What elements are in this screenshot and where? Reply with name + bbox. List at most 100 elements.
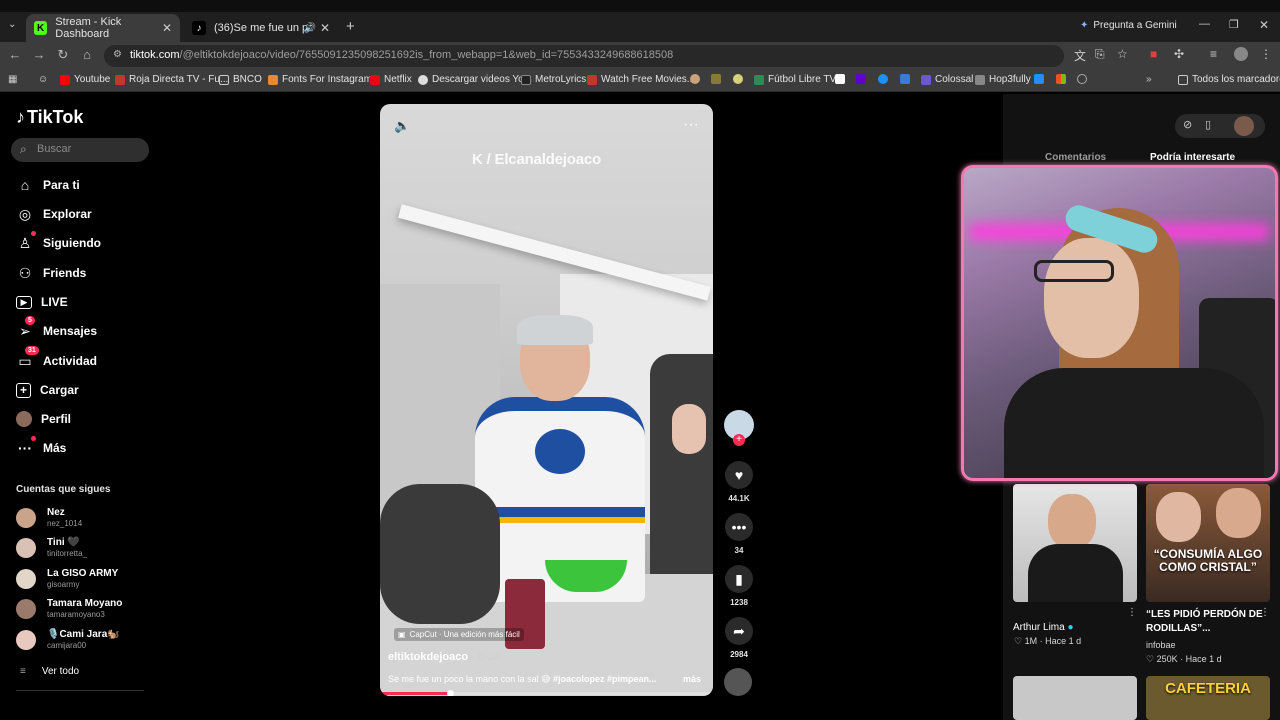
bookmark-yahoo[interactable] [856,74,870,84]
phone-icon[interactable]: ▯ [1205,118,1211,131]
reload-button[interactable]: ↻ [54,47,72,63]
search-input[interactable]: ⌕ Buscar [11,138,149,162]
bookmark-movies[interactable]: Watch Free Movies... [587,74,695,85]
streamer-shirt [1004,368,1264,478]
forward-button[interactable]: → [30,47,48,62]
bookmark-bnco[interactable]: BNCO [219,74,262,85]
caption-more-button[interactable]: más [683,674,701,684]
apps-icon[interactable]: ▦ [8,74,17,85]
capcut-link[interactable]: ▣ CapCut · Una edición más fácil [394,628,524,641]
comment-button[interactable]: ••• 34 [724,513,754,555]
compass-icon[interactable]: ⊘ [1183,118,1192,131]
minimize-button[interactable]: — [1199,18,1210,30]
follow-plus-button[interactable]: + [733,434,745,446]
window-close-button[interactable]: ✕ [1259,18,1269,32]
profile-avatar [16,411,32,427]
share-button[interactable]: ➦ 2984 [724,617,754,659]
bookmark-misc-1[interactable] [690,74,704,84]
emoji-bookmark[interactable]: ☺ [38,74,48,85]
sidebar-item-actividad[interactable]: ▭ 31 Actividad [16,346,97,372]
see-all-link[interactable]: ≡ Ver todo [20,666,79,677]
following-account[interactable]: Nez nez_1014 [16,505,82,531]
bookmark-futbol[interactable]: Fútbol Libre TV [754,74,836,85]
sidebar-item-live[interactable]: ▶ LIVE [16,291,68,313]
sidebar-item-mensajes[interactable]: ➢ 5 Mensajes [16,316,97,342]
bookmark-misc-2[interactable] [711,74,725,84]
bookmark-colossal[interactable]: Colossal [921,74,973,85]
all-bookmarks[interactable]: Todos los marcadores [1178,74,1280,85]
sidebar-item-perfil[interactable]: Perfil [16,408,71,430]
speaker-icon[interactable]: 🔊 [304,23,316,34]
install-icon[interactable]: ⎘ [1095,47,1105,62]
puzzle-icon[interactable]: ✣ [1174,47,1184,61]
following-account[interactable]: Tini 🖤 tinitorretta_ [16,535,87,561]
bookmark-roja[interactable]: Roja Directa TV - Fu... [115,74,228,85]
more-options-icon[interactable]: ··· [683,116,699,134]
tab-podria-interesarte[interactable]: Podría interesarte [1150,152,1235,163]
recommended-thumb[interactable]: CAFETERIA [1146,676,1270,720]
recommended-thumb[interactable] [1013,676,1137,720]
tab-kick[interactable]: K Stream - Kick Dashboard ✕ [26,14,180,42]
translate-icon[interactable]: 文 [1074,47,1086,64]
video-author[interactable]: eltiktokdejoaco · 6-24 [388,651,500,663]
music-disc-icon[interactable] [724,668,752,696]
back-button[interactable]: ← [6,47,24,62]
video-progress[interactable] [380,692,713,695]
tab-search-icon[interactable]: ⌄ [8,19,16,30]
save-button[interactable]: ▮ 1238 [724,565,754,607]
restore-button[interactable]: ❐ [1229,18,1239,31]
sidebar-item-friends[interactable]: ⚇ Friends [16,262,87,284]
bookmark-fonts[interactable]: Fonts For Instagram... [268,74,380,85]
home-button[interactable]: ⌂ [78,47,96,62]
sidebar-item-siguiendo[interactable]: ♙ Siguiendo [16,231,101,254]
following-account[interactable]: 🎙️Cami Jara🐿️ camijara00 [16,627,120,653]
media-icon[interactable]: ≡ [1210,47,1217,61]
star-icon[interactable]: ☆ [1117,47,1128,61]
jersey-logo [535,429,585,474]
bookmark-misc-4[interactable] [835,74,849,84]
menu-icon[interactable]: ⋮ [1260,47,1272,61]
sidebar-item-para-ti[interactable]: ⌂ Para ti [16,174,80,196]
more-bookmarks-icon[interactable]: » [1146,74,1152,85]
recommended-thumb[interactable] [1013,484,1137,602]
user-avatar[interactable] [1234,116,1254,136]
card-source[interactable]: infobae [1146,640,1176,650]
profile-avatar[interactable] [1234,47,1248,61]
bookmark-misc-7[interactable] [1034,74,1048,84]
new-tab-button[interactable]: + [346,18,355,35]
like-button[interactable]: ♥ 44.1K [724,461,754,503]
bookmark-youtube[interactable]: Youtube [60,74,110,85]
card-title[interactable]: “LES PIDIÓ PERDÓN DE RODILLAS”... [1146,608,1264,636]
sidebar-item-cargar[interactable]: + Cargar [16,379,79,401]
sidebar-item-mas[interactable]: ··· Más [16,436,66,459]
bookmark-misc-8[interactable] [1077,74,1091,84]
close-icon[interactable]: ✕ [320,21,330,35]
more-options-icon[interactable]: ⋮ [1127,607,1137,618]
bookmark-netflix[interactable]: Netflix [370,74,412,85]
video-player[interactable]: K / Elcanaldejoaco 🔈 ··· ▣ CapCut · Una e… [380,104,713,696]
tab-comentarios[interactable]: Comentarios [1045,152,1106,163]
bookmark-hop3fully[interactable]: Hop3fully [975,74,1031,85]
bookmark-microsoft[interactable] [1056,74,1070,84]
recommended-thumb[interactable]: “CONSUMÍA ALGO COMO CRISTAL” [1146,484,1270,602]
address-bar[interactable]: ⚙ tiktok.com/@eltiktokdejoaco/video/7655… [104,45,1064,67]
progress-knob[interactable] [446,690,454,696]
tiktok-logo[interactable]: ♪ TikTok [16,107,83,128]
bookmark-descargar[interactable]: Descargar videos Yo... [418,74,532,85]
gemini-button[interactable]: ✦ Pregunta a Gemini [1080,20,1177,31]
bookmark-metrolyrics[interactable]: MetroLyrics [521,74,586,85]
bookmark-misc-6[interactable] [900,74,914,84]
bookmark-misc-5[interactable] [878,74,892,84]
close-icon[interactable]: ✕ [162,21,172,35]
following-account[interactable]: La GISO ARMY gisoarmy [16,566,118,592]
bookmark-misc-3[interactable] [733,74,747,84]
extension-icon[interactable]: ■ [1150,47,1157,61]
site-info-icon[interactable]: ⚙ [113,49,122,60]
following-account[interactable]: Tamara Moyano tamaramoyano3 [16,596,122,622]
more-options-icon[interactable]: ⋮ [1260,607,1270,618]
recommended-author[interactable]: Arthur Lima ● [1013,621,1074,635]
sidebar-item-explorar[interactable]: ◎ Explorar [16,203,92,225]
tab-tiktok[interactable]: ♪ (36)Se me fue un poco la m 🔊 ✕ [184,14,338,42]
volume-icon[interactable]: 🔈 [394,118,410,134]
caption-tags[interactable]: #joacolopez #pimpean... [553,674,657,684]
